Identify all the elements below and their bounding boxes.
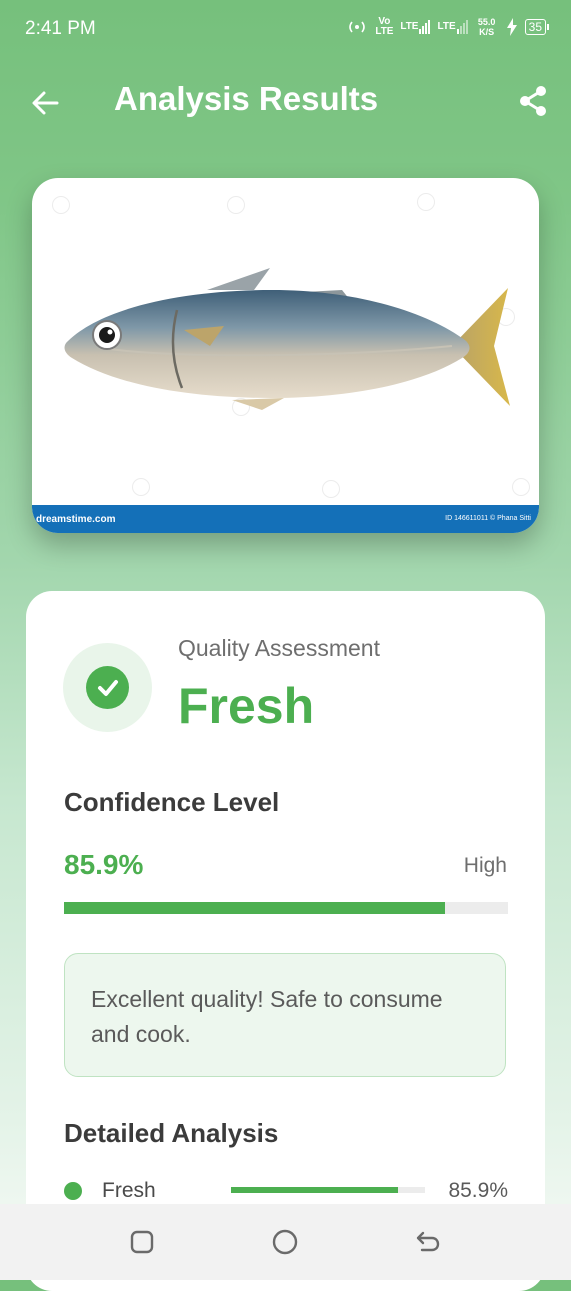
home-button[interactable] bbox=[265, 1222, 305, 1262]
system-back-button[interactable] bbox=[408, 1222, 448, 1262]
quality-value: Fresh bbox=[178, 678, 315, 734]
quality-message-box: Excellent quality! Safe to consume and c… bbox=[64, 953, 506, 1077]
signal-bars-icon bbox=[419, 20, 431, 34]
back-button[interactable] bbox=[24, 82, 66, 124]
status-bar: 2:41 PM Vo LTE LTE LTE 55.0 K/S 35 bbox=[0, 0, 571, 58]
confidence-progress-fill bbox=[64, 902, 446, 914]
quality-message: Excellent quality! Safe to consume and c… bbox=[91, 986, 443, 1047]
share-icon bbox=[520, 86, 546, 116]
recent-apps-icon bbox=[130, 1230, 154, 1254]
recent-apps-button[interactable] bbox=[122, 1222, 162, 1262]
detailed-analysis-title: Detailed Analysis bbox=[64, 1118, 279, 1148]
confidence-progress-bar bbox=[64, 902, 508, 914]
signal-bars-icon bbox=[456, 20, 468, 34]
battery-icon: 35 bbox=[524, 19, 549, 35]
quality-icon-container bbox=[63, 643, 152, 732]
quality-label: Quality Assessment bbox=[178, 635, 380, 661]
check-circle-icon bbox=[86, 666, 129, 709]
lte-1-label: LTE bbox=[400, 21, 419, 32]
app-bar: Analysis Results bbox=[0, 58, 571, 144]
page-title: Analysis Results bbox=[114, 80, 379, 117]
legend-dot bbox=[64, 1182, 82, 1200]
system-nav-bar bbox=[0, 1204, 571, 1280]
detail-value: 85.9% bbox=[448, 1179, 508, 1202]
lte-signal-2: LTE bbox=[437, 20, 468, 34]
detail-label: Fresh bbox=[102, 1179, 156, 1202]
battery-level: 35 bbox=[528, 20, 542, 34]
detail-row: Fresh 85.9% bbox=[64, 1178, 508, 1204]
confidence-title: Confidence Level bbox=[64, 787, 280, 817]
watermark-bar: dreamstime.com ID 146611011 © Phana Sitt… bbox=[32, 505, 539, 533]
result-card: Quality Assessment Fresh Confidence Leve… bbox=[26, 591, 545, 1291]
fish-illustration bbox=[64, 268, 510, 410]
network-speed: 55.0 K/S bbox=[477, 17, 496, 37]
status-icons: Vo LTE LTE LTE 55.0 K/S 35 bbox=[346, 17, 549, 37]
watermark-left: dreamstime.com bbox=[36, 514, 116, 525]
lte-signal-1: LTE bbox=[400, 20, 431, 34]
back-icon bbox=[416, 1231, 440, 1252]
detail-progress-bar bbox=[231, 1187, 425, 1193]
fish-image: dreamstime.com ID 146611011 © Phana Sitt… bbox=[32, 178, 539, 533]
home-icon bbox=[272, 1229, 298, 1255]
confidence-value: 85.9% bbox=[64, 849, 144, 880]
watermark-right: ID 146611011 © Phana Sitti bbox=[445, 515, 531, 522]
charging-icon bbox=[506, 18, 518, 36]
volte-indicator: Vo LTE bbox=[375, 16, 394, 37]
lte-2-label: LTE bbox=[437, 21, 456, 32]
arrow-left-icon bbox=[32, 91, 59, 115]
status-time: 2:41 PM bbox=[25, 18, 96, 39]
detail-progress-fill bbox=[231, 1187, 398, 1193]
confidence-level: High bbox=[463, 854, 507, 877]
hotspot-icon bbox=[346, 19, 368, 35]
share-button[interactable] bbox=[512, 80, 554, 122]
